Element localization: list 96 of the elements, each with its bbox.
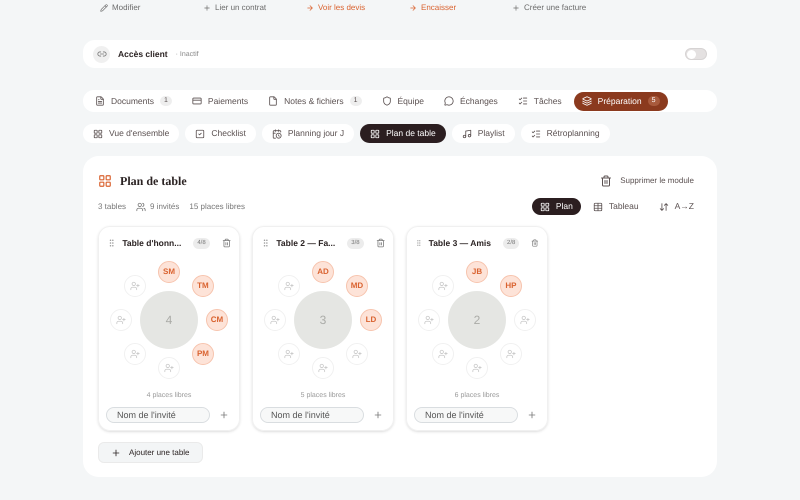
trash-icon[interactable] [531, 238, 539, 248]
empty-seat[interactable] [158, 356, 180, 379]
trash-icon[interactable] [222, 238, 231, 248]
calendar-icon [272, 128, 282, 138]
grid-icon [370, 128, 380, 138]
add-user-icon [438, 280, 448, 291]
empty-seat[interactable] [278, 342, 300, 365]
tab[interactable]: Équipe [374, 92, 432, 110]
add-user-icon [130, 280, 140, 291]
plus-icon [219, 410, 229, 420]
add-user-icon [352, 348, 362, 359]
tab[interactable]: Tâches [510, 92, 570, 110]
empty-seat[interactable] [346, 342, 368, 365]
plus-icon [373, 410, 383, 420]
add-user-icon [270, 314, 280, 325]
drag-handle-icon[interactable] [415, 238, 423, 248]
module-title: Plan de table [120, 173, 187, 190]
view-toggle[interactable]: Plan [532, 198, 581, 215]
toggle-knob [687, 50, 696, 58]
arrow-icon [409, 4, 417, 12]
add-user-icon [472, 362, 482, 373]
add-user-icon [438, 348, 448, 359]
tab[interactable]: Échanges [436, 92, 506, 110]
link-icon [96, 49, 106, 59]
arrow-icon [306, 4, 314, 12]
subtab[interactable]: Planning jour J [262, 124, 354, 143]
add-user-icon [506, 348, 516, 359]
empty-seat[interactable] [432, 342, 454, 365]
subtab[interactable]: Rétroplanning [520, 124, 610, 143]
empty-seat[interactable] [514, 308, 536, 331]
action-link[interactable]: Lier un contrat [203, 2, 306, 14]
chat-icon [444, 96, 454, 106]
toggle-switch[interactable] [685, 48, 707, 60]
list-icon [530, 128, 541, 138]
client-access-title: Accès client [118, 48, 168, 60]
delete-module-button[interactable]: Supprimer le module [600, 175, 702, 187]
drag-handle-icon[interactable] [107, 238, 116, 248]
plus-icon [203, 4, 211, 12]
guest-name-input[interactable]: Nom de l'invité [106, 407, 210, 424]
shield-icon [382, 96, 392, 106]
add-user-icon [284, 348, 294, 359]
checkbox-icon [195, 128, 206, 138]
view-toggle[interactable]: Tableau [584, 198, 647, 215]
plus-icon [527, 410, 537, 420]
subtab[interactable]: Plan de table [360, 124, 446, 143]
empty-seat[interactable] [278, 274, 300, 297]
empty-seat[interactable] [124, 342, 146, 365]
trash-icon [600, 175, 612, 187]
table-name: Table 3 — Amis [428, 237, 491, 250]
view-toggle[interactable]: A→Z [650, 198, 702, 215]
users-icon [136, 202, 146, 212]
add-user-icon [520, 314, 530, 325]
empty-seat[interactable] [264, 308, 286, 331]
grid-icon [98, 174, 112, 188]
card-icon [192, 96, 202, 106]
layers-icon [582, 96, 592, 106]
plus-icon [512, 4, 520, 12]
guest-name-input[interactable]: Nom de l'invité [414, 407, 518, 424]
sort-icon [658, 202, 669, 212]
trash-icon[interactable] [376, 238, 385, 248]
plus-icon [111, 448, 121, 458]
table-name: Table d'honn... [122, 237, 182, 250]
action-link[interactable]: Modifier [100, 2, 203, 14]
add-user-icon [284, 280, 294, 291]
subtab[interactable]: Playlist [452, 124, 515, 143]
pencil-icon [100, 4, 108, 12]
action-link[interactable]: Créer une facture [512, 2, 615, 14]
list-icon [518, 96, 528, 106]
subtab[interactable]: Vue d'ensemble [83, 124, 180, 143]
add-user-icon [164, 362, 174, 373]
add-table-button[interactable]: Ajouter une table [98, 442, 202, 463]
table-icon [592, 202, 603, 212]
add-user-icon [424, 314, 434, 325]
tab[interactable]: Paiements [184, 92, 256, 110]
drag-handle-icon[interactable] [261, 238, 270, 248]
empty-seat[interactable] [418, 308, 440, 331]
empty-seat[interactable] [110, 308, 132, 331]
empty-seat[interactable] [124, 274, 146, 297]
subtab[interactable]: Checklist [185, 124, 256, 143]
table-name: Table 2 — Fa... [276, 237, 336, 250]
empty-seat[interactable] [466, 356, 488, 379]
music-icon [462, 128, 472, 138]
grid-icon [93, 128, 103, 138]
guest-name-input[interactable]: Nom de l'invité [260, 407, 364, 424]
free-places-count: 15 places libres [189, 200, 245, 212]
empty-seat[interactable] [312, 356, 334, 379]
add-user-icon [116, 314, 126, 325]
add-user-icon [130, 348, 140, 359]
guests-count: 9 invités [150, 200, 180, 212]
document-icon [95, 96, 105, 106]
file-icon [268, 96, 278, 106]
grid-icon [540, 202, 550, 212]
empty-seat[interactable] [500, 342, 522, 365]
add-user-icon [318, 362, 328, 373]
empty-seat[interactable] [432, 274, 454, 297]
tables-count: 3 tables [98, 200, 126, 212]
